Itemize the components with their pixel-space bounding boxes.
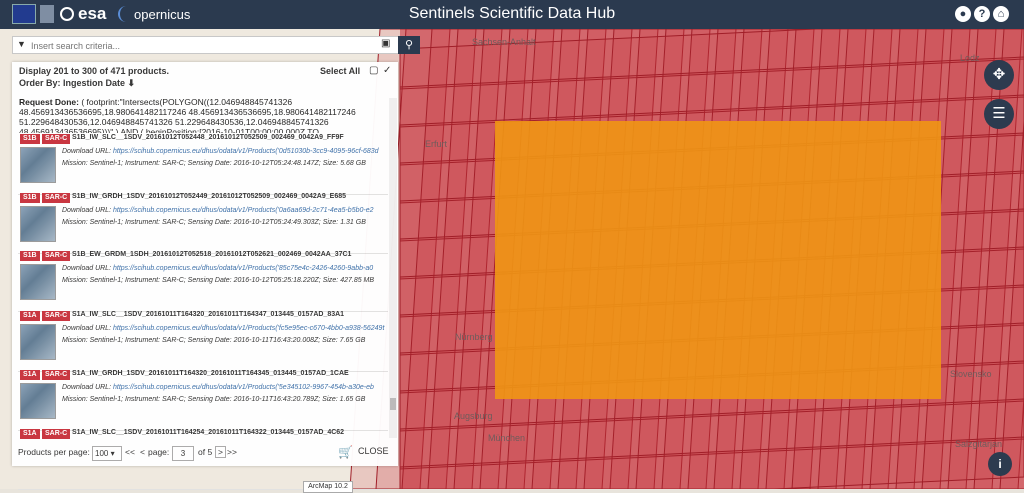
download-url-link[interactable]: https://scihub.copernicus.eu/dhus/odata/… [113,148,379,155]
product-details: Mission: Sentinel-1; Instrument: SAR-C; … [62,277,375,284]
search-input[interactable] [29,38,383,54]
download-url-label: Download URL: [62,148,112,155]
page-input[interactable]: 3 [172,446,194,461]
instrument-badge: SAR-C [42,251,71,261]
product-item[interactable]: S1B SAR-C S1B_IW_GRDH_1SDV_20161012T052449… [18,193,388,254]
product-thumbnail[interactable] [20,383,56,419]
download-url-line: Download URL: https://scihub.copernicus.… [62,325,384,332]
product-thumbnail[interactable] [20,206,56,242]
product-item[interactable]: S1B SAR-C S1B_EW_GRDM_1SDH_20161012T052518… [18,251,388,312]
instrument-badge: SAR-C [42,311,71,321]
select-all-button[interactable]: Select All [320,66,360,76]
per-page-select[interactable]: 100 ▾ [92,446,122,461]
download-url-label: Download URL: [62,207,112,214]
download-url-line: Download URL: https://scihub.copernicus.… [62,265,373,272]
help-icon[interactable]: ? [974,6,990,22]
prev-page-button[interactable]: < [140,447,145,457]
product-name[interactable]: S1A_IW_SLC__1SDV_20161011T164320_2016101… [72,311,344,318]
download-url-link[interactable]: https://scihub.copernicus.eu/dhus/odata/… [113,325,384,332]
page-count: of 5 [198,447,213,457]
product-thumbnail[interactable] [20,324,56,360]
order-by-label: Order By: Ingestion Date [19,78,126,88]
request-label: Request Done: [19,97,79,107]
close-button[interactable]: CLOSE [358,446,389,456]
instrument-badge: SAR-C [42,193,71,203]
checkbox-icon[interactable]: ▢ [369,65,378,76]
search-icon[interactable]: ⚲ [398,36,420,54]
mission-badge: S1B [20,251,40,261]
mission-badge: S1A [20,429,40,439]
product-item[interactable]: S1B SAR-C S1B_IW_SLC__1SDV_20161012T052448… [18,134,388,195]
last-page-button[interactable]: >> [227,447,237,457]
scrollbar[interactable] [389,98,397,438]
product-item[interactable]: S1A SAR-C S1A_IW_SLC__1SDV_20161011T164320… [18,311,388,372]
download-url-link[interactable]: https://scihub.copernicus.eu/dhus/odata/… [113,265,373,272]
cart-icon[interactable]: 🛒 [338,445,353,459]
result-summary: Display 201 to 300 of 471 products. [19,66,170,76]
download-url-link[interactable]: https://scihub.copernicus.eu/dhus/odata/… [113,384,374,391]
product-details: Mission: Sentinel-1; Instrument: SAR-C; … [62,160,366,167]
layers-icon[interactable]: ☰ [984,99,1014,129]
pagination-bar: Products per page: 100 ▾ << < page: 3 of… [12,444,398,466]
filter-icon[interactable]: ▼ [17,39,26,49]
map-label-nurnberg: Nürnberg [455,332,493,342]
save-icon[interactable]: ▣ [381,38,390,49]
mission-badge: S1B [20,134,40,144]
product-name[interactable]: S1B_EW_GRDM_1SDH_20161012T052518_2016101… [72,251,351,258]
product-name[interactable]: S1A_IW_SLC__1SDV_20161011T164254_2016101… [72,429,344,436]
per-page-value: 100 [95,449,109,458]
request-info: Request Done: ( footprint:"Intersects(PO… [19,97,389,133]
mission-badge: S1A [20,311,40,321]
instrument-badge: SAR-C [42,429,71,439]
map-label-erfurt: Erfurt [425,139,448,149]
scroll-thumb[interactable] [390,398,396,410]
product-details: Mission: Sentinel-1; Instrument: SAR-C; … [62,396,366,403]
product-name[interactable]: S1A_IW_GRDH_1SDV_20161011T164320_2016101… [72,370,349,377]
mission-badge: S1B [20,193,40,203]
map-label-lodz: Lodz [960,53,980,63]
info-icon[interactable]: i [988,452,1012,476]
download-url-label: Download URL: [62,384,112,391]
first-page-button[interactable]: << [125,447,135,457]
download-url-link[interactable]: https://scihub.copernicus.eu/dhus/odata/… [113,207,374,214]
per-page-label: Products per page: [18,447,90,457]
product-thumbnail[interactable] [20,264,56,300]
arrow-down-icon: ⬇ [127,78,136,88]
map-label-slovensko: Slovensko [950,369,992,379]
page-label: page: [148,447,170,457]
arcmap-tooltip: ArcMap 10.2 [303,481,353,493]
next-page-button[interactable]: > [215,446,226,458]
user-icon[interactable]: ● [955,6,971,22]
instrument-badge: SAR-C [42,370,71,380]
download-url-label: Download URL: [62,325,112,332]
download-url-line: Download URL: https://scihub.copernicus.… [62,207,374,214]
product-thumbnail[interactable] [20,147,56,183]
app-header: esa opernicus Sentinels Scientific Data … [0,0,1024,29]
mission-badge: S1A [20,370,40,380]
download-url-line: Download URL: https://scihub.copernicus.… [62,384,374,391]
move-icon[interactable]: ✥ [984,60,1014,90]
product-name[interactable]: S1B_IW_SLC__1SDV_20161012T052448_2016101… [72,134,344,141]
download-url-label: Download URL: [62,265,112,272]
map-label-augsburg: Augsburg [454,411,493,421]
map-label-sachsen: Sachsen-Anhalt [472,37,536,47]
pin-icon[interactable]: ✓ [383,65,391,76]
home-icon[interactable]: ⌂ [993,6,1009,22]
product-name[interactable]: S1B_IW_GRDH_1SDV_20161012T052449_2016101… [72,193,346,200]
product-item[interactable]: S1A SAR-C S1A_IW_GRDH_1SDV_20161011T164320… [18,370,388,431]
selected-area [495,121,941,399]
order-by[interactable]: Order By: Ingestion Date ⬇ [19,78,135,89]
download-url-line: Download URL: https://scihub.copernicus.… [62,148,379,155]
product-list-panel: Display 201 to 300 of 471 products. Orde… [12,62,398,490]
map-label-munchen: München [488,433,526,443]
product-details: Mission: Sentinel-1; Instrument: SAR-C; … [62,337,366,344]
app-title: Sentinels Scientific Data Hub [408,5,616,22]
instrument-badge: SAR-C [42,134,71,144]
search-bar: ▼ ▣ [12,36,420,54]
product-details: Mission: Sentinel-1; Instrument: SAR-C; … [62,219,366,226]
map-label-salzgitarjan: Salzgitarjan [955,439,1003,449]
